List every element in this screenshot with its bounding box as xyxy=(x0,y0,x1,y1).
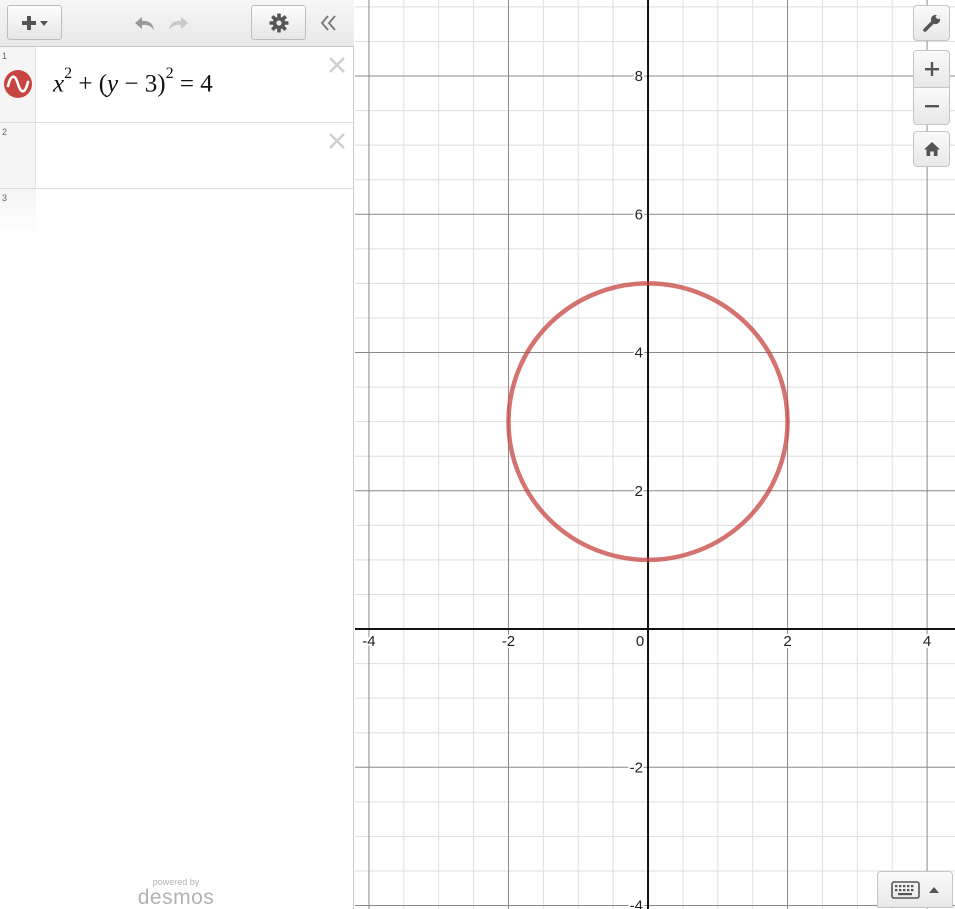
expression-item[interactable]: 2 xyxy=(0,123,353,189)
tick-labels: -4-4 -2-2 00 22 4488664422-2-2-4-4 xyxy=(360,66,933,909)
delete-expression-icon[interactable] xyxy=(327,131,347,151)
expression-item[interactable]: 1 x2 + (y − 3)2 = 4 xyxy=(0,47,353,123)
desmos-branding[interactable]: powered by desmos xyxy=(135,877,217,909)
plus-dropdown-icon xyxy=(21,15,48,30)
math-exponent: 2 xyxy=(165,65,174,82)
plus-icon xyxy=(924,62,939,76)
undo-button[interactable] xyxy=(131,8,159,38)
default-viewport-button[interactable] xyxy=(913,131,950,167)
x-tick-label: 2 xyxy=(783,633,791,650)
minor-gridlines xyxy=(355,0,955,909)
wrench-icon xyxy=(922,14,940,32)
keyboard-toggle-button[interactable] xyxy=(877,871,953,908)
desmos-logo: desmos xyxy=(137,886,215,909)
graph-paper[interactable]: -4 -4 -2 -2 0 0 2 2 4 4 8 8 6 6 4 4 2 2 -2 -2 -4 -4 xyxy=(355,0,955,909)
desmos-calculator: 1 x2 + (y − 3)2 = 4 2 3 powered by desmo… xyxy=(0,0,955,909)
expression-number: 3 xyxy=(2,193,8,203)
math-exponent: 2 xyxy=(64,65,73,82)
major-gridlines xyxy=(355,0,955,909)
expression-number: 1 xyxy=(2,51,8,61)
expression-gutter: 1 xyxy=(0,47,36,122)
math-op: + xyxy=(78,70,99,98)
keyboard-icon xyxy=(891,881,939,899)
add-item-button[interactable] xyxy=(7,5,62,40)
axes xyxy=(355,0,955,909)
home-icon xyxy=(923,142,940,156)
undo-icon xyxy=(135,17,154,30)
expression-item[interactable]: 3 xyxy=(0,189,353,239)
y-tick-label: 2 xyxy=(635,483,643,500)
x-tick-label: 4 xyxy=(923,633,931,650)
x-tick-label: 0 xyxy=(636,633,644,650)
expression-math[interactable]: x2 + (y − 3)2 = 4 xyxy=(53,65,213,98)
zoom-in-button[interactable] xyxy=(913,50,950,88)
y-tick-label: -4 xyxy=(630,898,643,909)
y-tick-label: 6 xyxy=(635,206,643,223)
collapse-panel-button[interactable] xyxy=(315,8,343,38)
zoom-out-button[interactable] xyxy=(913,87,950,125)
graph-settings-wrench-button[interactable] xyxy=(913,5,950,41)
expression-panel: 1 x2 + (y − 3)2 = 4 2 3 powered by desmo… xyxy=(0,0,354,909)
y-tick-label: 4 xyxy=(635,345,643,362)
expression-gutter: 3 xyxy=(0,189,36,239)
graph-settings-button[interactable] xyxy=(251,5,306,40)
double-chevron-left-icon xyxy=(320,15,336,31)
minus-icon xyxy=(924,105,939,108)
expression-gutter: 2 xyxy=(0,123,36,188)
math-var-y: y xyxy=(107,70,119,98)
y-tick-label: 8 xyxy=(635,68,643,85)
math-var-x: x xyxy=(53,70,65,98)
x-tick-label: -2 xyxy=(502,633,515,650)
delete-expression-icon[interactable] xyxy=(327,55,347,75)
graph-canvas[interactable]: -4-4 -2-2 00 22 4488664422-2-2-4-4 xyxy=(355,0,955,909)
gear-icon xyxy=(269,13,288,32)
math-op: = xyxy=(179,70,201,98)
graph-wave-icon[interactable] xyxy=(4,70,32,98)
expression-number: 2 xyxy=(2,127,8,137)
redo-button[interactable] xyxy=(164,8,192,38)
y-tick-label: -2 xyxy=(630,759,643,776)
expression-toolbar xyxy=(0,0,354,47)
math-op: − xyxy=(118,70,145,98)
redo-icon xyxy=(169,17,188,30)
x-tick-label: -4 xyxy=(362,633,375,650)
